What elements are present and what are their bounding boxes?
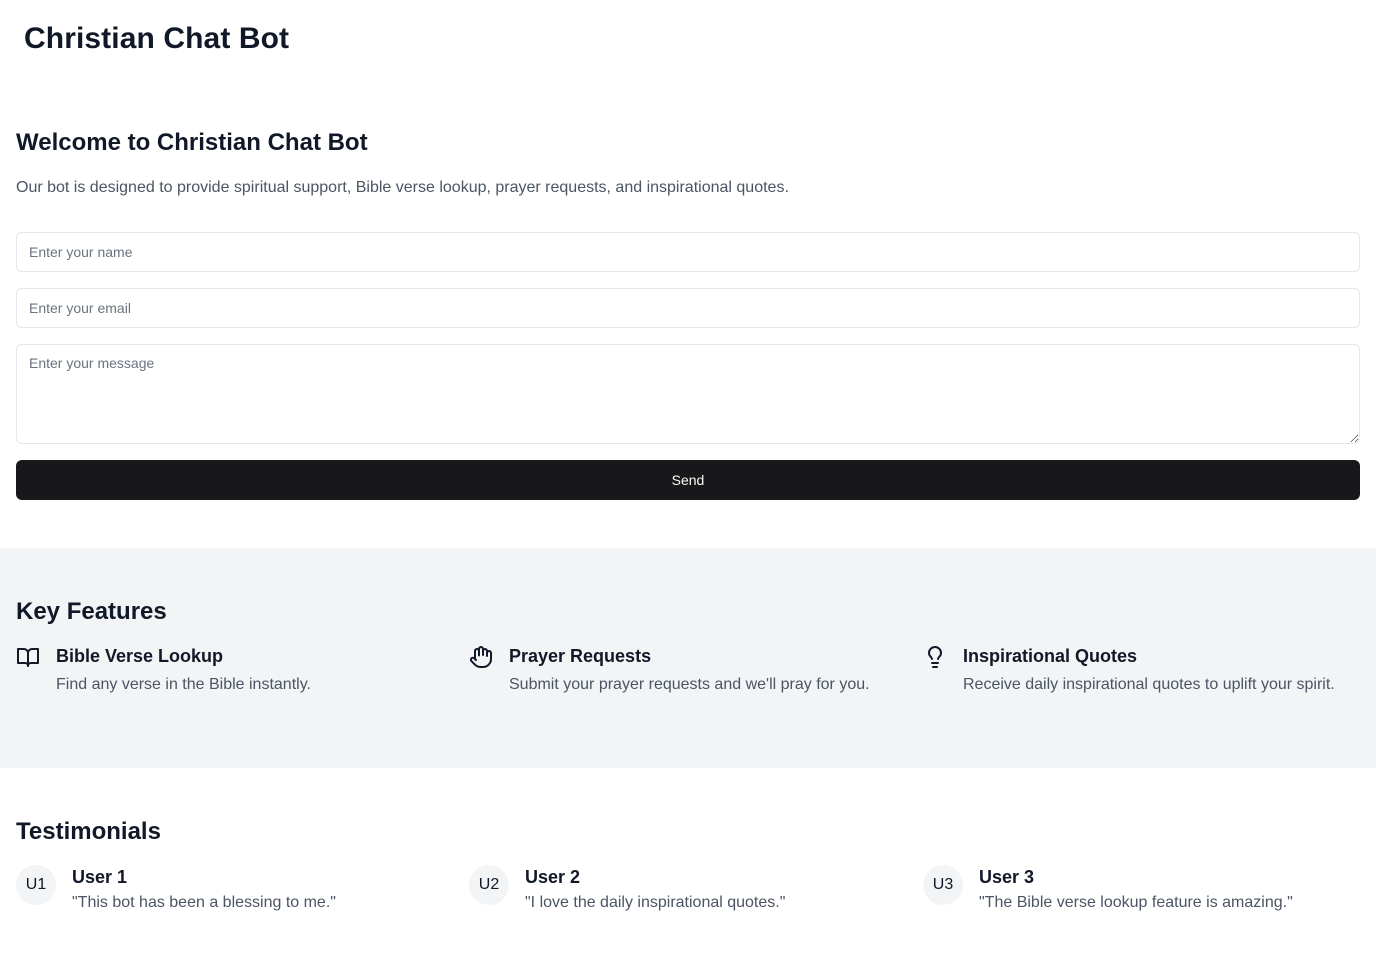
testimonial-quote: "This bot has been a blessing to me." (72, 894, 336, 911)
avatar: U3 (923, 865, 963, 905)
testimonial-quote: "I love the daily inspirational quotes." (525, 894, 786, 911)
testimonials-title: Testimonials (16, 818, 161, 845)
feature-title: Bible Verse Lookup (56, 646, 224, 666)
feature-description: Receive daily inspirational quotes to up… (963, 676, 1335, 693)
feature-description: Find any verse in the Bible instantly. (56, 676, 311, 693)
brand-title: Christian Chat Bot (24, 22, 290, 55)
email-input[interactable] (16, 288, 1360, 328)
name-input[interactable] (16, 232, 1360, 272)
testimonial-quote: "The Bible verse lookup feature is amazi… (979, 894, 1293, 911)
lightbulb-icon (923, 645, 947, 669)
welcome-title: Welcome to Christian Chat Bot (16, 129, 368, 156)
testimonial-name: User 2 (525, 867, 581, 887)
feature-title: Prayer Requests (509, 646, 652, 666)
testimonial-name: User 1 (72, 867, 128, 887)
feature-description: Submit your prayer requests and we'll pr… (509, 676, 870, 693)
features-section: Key Features Bible Verse Lookup Find any… (0, 548, 1376, 768)
hand-icon (469, 645, 493, 669)
book-open-icon (16, 645, 40, 669)
avatar: U2 (469, 865, 509, 905)
feature-title: Inspirational Quotes (963, 646, 1138, 666)
message-textarea[interactable] (16, 344, 1360, 444)
welcome-description: Our bot is designed to provide spiritual… (16, 179, 789, 196)
testimonial-name: User 3 (979, 867, 1035, 887)
send-button[interactable]: Send (16, 460, 1360, 500)
avatar: U1 (16, 865, 56, 905)
features-title: Key Features (16, 598, 167, 625)
